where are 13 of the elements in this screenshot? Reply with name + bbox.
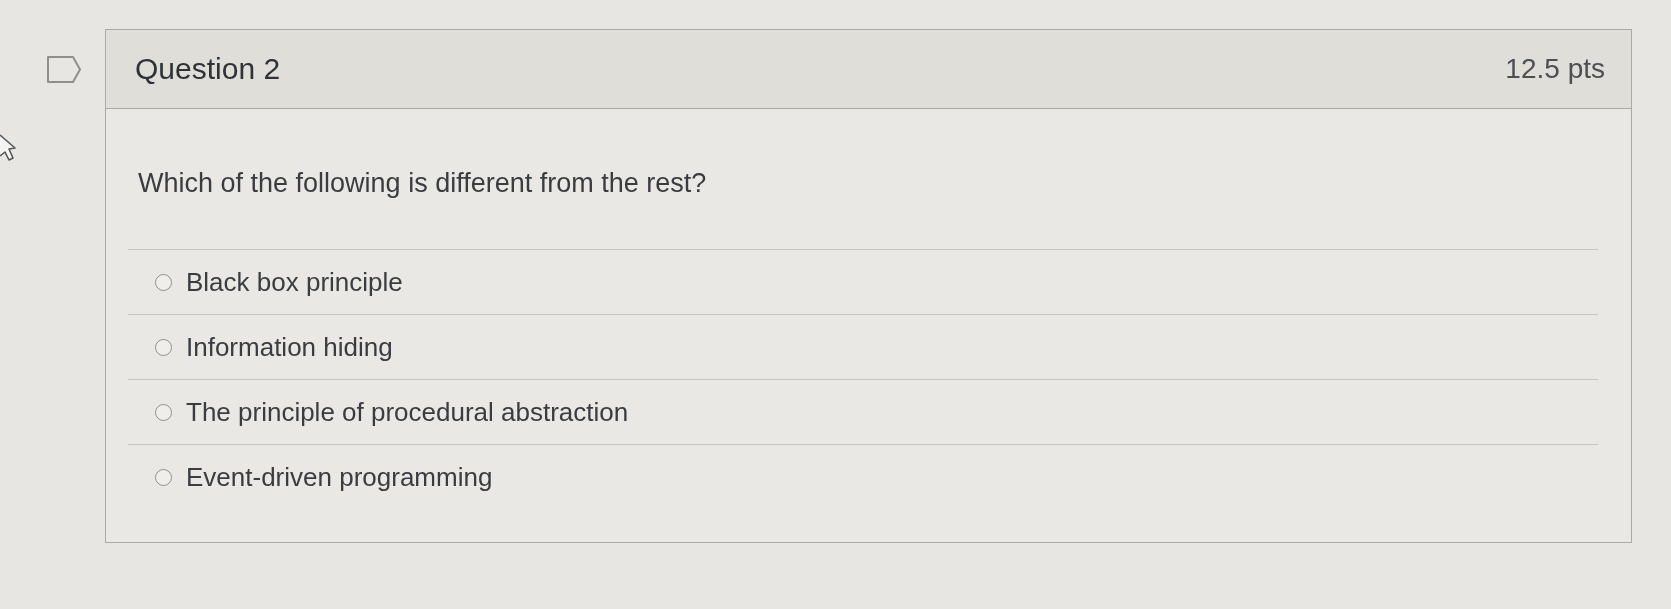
radio-button[interactable] [155,403,172,421]
question-title: Question 2 [135,52,281,86]
points-label: 12.5 pts [1505,53,1605,85]
flag-icon[interactable] [47,56,81,83]
radio-button[interactable] [155,468,172,486]
option-label[interactable]: Information hiding [186,331,393,363]
cursor-icon [0,133,18,163]
option-label[interactable]: Event-driven programming [186,461,493,493]
option-label[interactable]: Black box principle [186,266,403,298]
option-label[interactable]: The principle of procedural abstraction [186,396,629,428]
radio-button[interactable] [155,338,172,356]
question-text: Which of the following is different from the rest? [138,167,708,199]
radio-button[interactable] [155,273,172,291]
